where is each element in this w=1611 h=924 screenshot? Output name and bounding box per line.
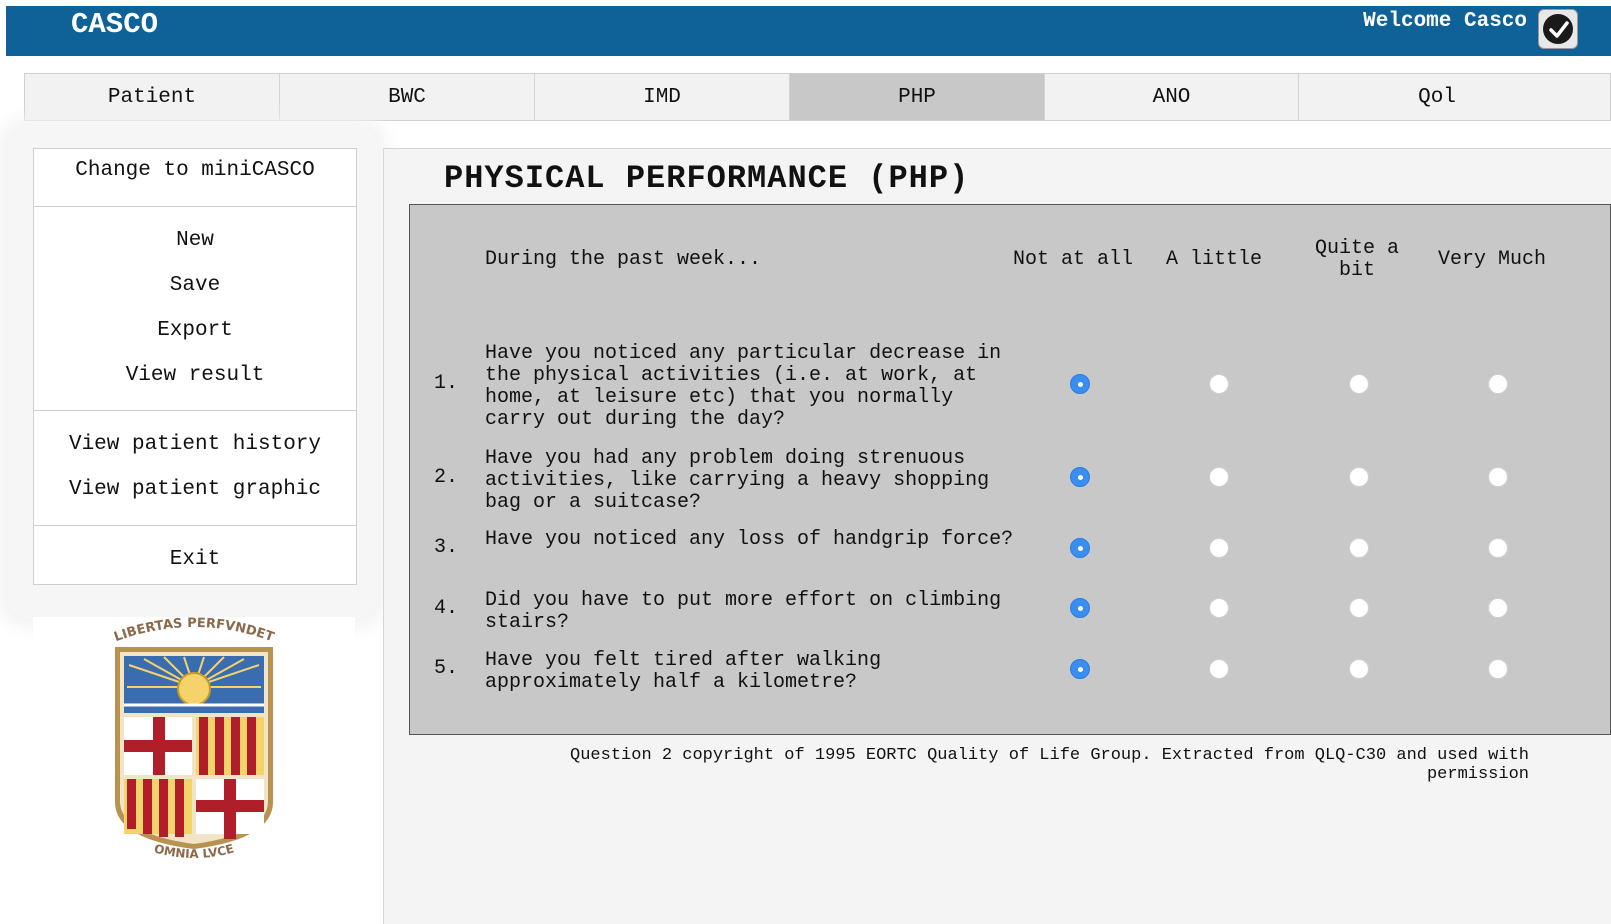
menu-section-history: View patient history View patient graphi… <box>34 411 356 526</box>
question-number: 5. <box>434 657 459 680</box>
svg-text:LIBERTAS PERFVNDET: LIBERTAS PERFVNDET <box>112 617 276 645</box>
menu-section-switch: Change to miniCASCO <box>34 149 356 207</box>
radio-q4-a-little[interactable] <box>1209 598 1229 618</box>
question-text: Have you noticed any particular decrease… <box>485 342 1002 431</box>
radio-q2-very-much[interactable] <box>1488 467 1508 487</box>
change-to-minicasco-link[interactable]: Change to miniCASCO <box>34 159 356 182</box>
copyright-note: Question 2 copyright of 1995 EORTC Quali… <box>570 746 1529 784</box>
welcome-text: Welcome Casco <box>1363 10 1527 33</box>
radio-q5-very-much[interactable] <box>1488 659 1508 679</box>
radio-q2-not-at-all[interactable] <box>1070 467 1090 487</box>
checkmark-icon <box>1549 21 1569 38</box>
university-seal-logo: LIBERTAS PERFVNDET OMNIA LVCE <box>112 617 276 861</box>
exit-link[interactable]: Exit <box>34 548 356 571</box>
logo-area: LIBERTAS PERFVNDET OMNIA LVCE <box>33 617 355 924</box>
question-text: Did you have to put more effort on climb… <box>485 589 1002 634</box>
question-number: 2. <box>434 466 459 489</box>
tab-qol[interactable]: Qol <box>1299 74 1575 120</box>
tab-patient[interactable]: Patient <box>25 74 280 120</box>
menu-section-actions: New Save Export View result <box>34 207 356 411</box>
page-title: PHYSICAL PERFORMANCE (PHP) <box>444 160 970 197</box>
question-number: 1. <box>434 372 459 395</box>
question-text: Have you noticed any loss of handgrip fo… <box>485 528 1014 551</box>
radio-q1-a-little[interactable] <box>1209 374 1229 394</box>
radio-q4-not-at-all[interactable] <box>1070 598 1090 618</box>
top-bar: CASCO Welcome Casco <box>6 6 1611 56</box>
option-header-very-much: Very Much <box>1438 248 1547 271</box>
export-link[interactable]: Export <box>34 319 356 364</box>
logo-top-text: LIBERTAS PERFVNDET <box>112 617 276 645</box>
radio-q2-quite-a-bit[interactable] <box>1349 467 1369 487</box>
view-result-link[interactable]: View result <box>34 364 356 409</box>
radio-q2-a-little[interactable] <box>1209 467 1229 487</box>
option-header-a-little: A little <box>1166 248 1263 271</box>
prompt-text: During the past week... <box>485 248 762 271</box>
save-link[interactable]: Save <box>34 274 356 319</box>
radio-q3-very-much[interactable] <box>1488 538 1508 558</box>
radio-q5-quite-a-bit[interactable] <box>1349 659 1369 679</box>
radio-q4-quite-a-bit[interactable] <box>1349 598 1369 618</box>
new-link[interactable]: New <box>34 229 356 274</box>
module-tabs: Patient BWC IMD PHP ANO Qol <box>24 73 1611 121</box>
sidebar-menu: Change to miniCASCO New Save Export View… <box>33 148 357 585</box>
radio-q1-not-at-all[interactable] <box>1070 374 1090 394</box>
option-header-quite-a-bit: Quite a bit <box>1314 237 1399 282</box>
radio-q3-not-at-all[interactable] <box>1070 538 1090 558</box>
radio-q1-quite-a-bit[interactable] <box>1349 374 1369 394</box>
question-text: Have you felt tired after walking approx… <box>485 649 882 694</box>
tab-ano[interactable]: ANO <box>1045 74 1299 120</box>
tab-imd[interactable]: IMD <box>535 74 790 120</box>
menu-section-exit: Exit <box>34 526 356 584</box>
radio-q5-a-little[interactable] <box>1209 659 1229 679</box>
logout-button[interactable] <box>1538 9 1578 49</box>
option-header-not-at-all: Not at all <box>1013 248 1134 271</box>
question-number: 4. <box>434 597 459 620</box>
radio-q3-quite-a-bit[interactable] <box>1349 538 1369 558</box>
view-patient-graphic-link[interactable]: View patient graphic <box>34 478 356 523</box>
radio-q5-not-at-all[interactable] <box>1070 659 1090 679</box>
view-patient-history-link[interactable]: View patient history <box>34 433 356 478</box>
question-number: 3. <box>434 536 459 559</box>
radio-q1-very-much[interactable] <box>1488 374 1508 394</box>
app-title: CASCO <box>71 8 159 41</box>
radio-q4-very-much[interactable] <box>1488 598 1508 618</box>
tab-php[interactable]: PHP <box>790 74 1045 120</box>
question-text: Have you had any problem doing strenuous… <box>485 447 990 514</box>
tab-bwc[interactable]: BWC <box>280 74 535 120</box>
radio-q3-a-little[interactable] <box>1209 538 1229 558</box>
